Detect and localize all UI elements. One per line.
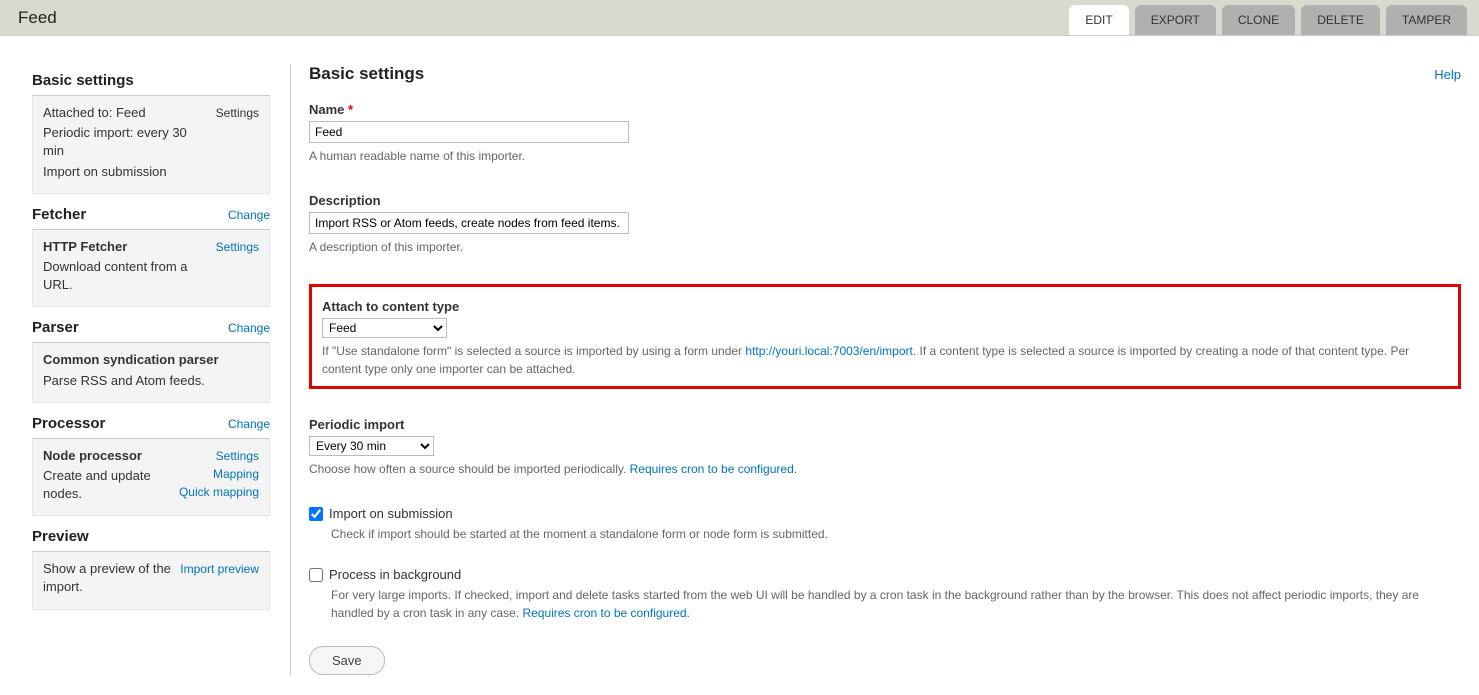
help-link[interactable]: Help	[1434, 67, 1461, 82]
sidebar-preview-title: Preview	[32, 528, 89, 545]
form-item-import-on-submission: Import on submission Check if import sho…	[309, 506, 1461, 543]
sidebar-processor-mapping[interactable]: Mapping	[213, 467, 259, 481]
tab-delete[interactable]: DELETE	[1301, 5, 1380, 35]
standalone-form-link[interactable]: http://youri.local:7003/en/import	[745, 344, 912, 358]
attach-desc: If "Use standalone form" is selected a s…	[322, 342, 1448, 378]
description-desc: A description of this importer.	[309, 238, 1461, 256]
sidebar-fetcher-settings[interactable]: Settings	[216, 240, 259, 254]
sidebar-parser-change[interactable]: Change	[228, 321, 270, 335]
periodic-label: Periodic import	[309, 417, 1461, 432]
import-on-submission-desc: Check if import should be started at the…	[331, 525, 1461, 543]
sidebar-fetcher-desc: Download content from a URL.	[43, 258, 208, 294]
sidebar-processor: Processor Change Node processor Create a…	[32, 407, 270, 517]
import-on-submission-checkbox[interactable]	[309, 507, 323, 521]
sidebar-basic-line-3: Import on submission	[43, 163, 208, 181]
sidebar-basic-line-2: Periodic import: every 30 min	[43, 124, 208, 160]
sidebar-basic-settings: Basic settings Attached to: Feed Periodi…	[32, 64, 270, 194]
import-on-submission-label: Import on submission	[329, 506, 453, 521]
process-bg-label: Process in background	[329, 567, 461, 582]
sidebar-parser-title: Parser	[32, 319, 79, 336]
sidebar-fetcher: Fetcher Change HTTP Fetcher Download con…	[32, 198, 270, 308]
periodic-desc: Choose how often a source should be impo…	[309, 460, 1461, 478]
sidebar-basic-title: Basic settings	[32, 72, 134, 89]
sidebar-fetcher-title: Fetcher	[32, 206, 86, 223]
tab-export[interactable]: EXPORT	[1135, 5, 1216, 35]
main-title: Basic settings	[309, 64, 424, 84]
sidebar-preview-desc: Show a preview of the import.	[43, 560, 172, 596]
topbar: Feed EDIT EXPORT CLONE DELETE TAMPER	[0, 0, 1479, 36]
required-marker: *	[348, 102, 353, 117]
sidebar-processor-desc: Create and update nodes.	[43, 467, 171, 503]
name-label: Name *	[309, 102, 1461, 117]
form-item-process-bg: Process in background For very large imp…	[309, 567, 1461, 622]
sidebar-processor-name: Node processor	[43, 448, 142, 463]
sidebar-basic-line-1: Attached to: Feed	[43, 104, 208, 122]
cron-config-link-1[interactable]: Requires cron to be configured.	[630, 462, 797, 476]
tab-clone[interactable]: CLONE	[1222, 5, 1295, 35]
sidebar-processor-quick-mapping[interactable]: Quick mapping	[179, 485, 259, 499]
attach-content-type-highlight: Attach to content type Feed If "Use stan…	[309, 284, 1461, 389]
page-title: Feed	[18, 8, 57, 28]
name-desc: A human readable name of this importer.	[309, 147, 1461, 165]
sidebar: Basic settings Attached to: Feed Periodi…	[32, 64, 270, 675]
attach-select[interactable]: Feed	[322, 318, 447, 338]
periodic-select[interactable]: Every 30 min	[309, 436, 434, 456]
form-item-name: Name * A human readable name of this imp…	[309, 102, 1461, 165]
attach-label: Attach to content type	[322, 299, 1448, 314]
sidebar-preview-import-preview[interactable]: Import preview	[180, 562, 259, 576]
tab-tamper[interactable]: TAMPER	[1386, 5, 1467, 35]
sidebar-fetcher-name: HTTP Fetcher	[43, 239, 127, 254]
sidebar-parser: Parser Change Common syndication parser …	[32, 311, 270, 402]
sidebar-preview: Preview Show a preview of the import. Im…	[32, 520, 270, 609]
sidebar-processor-settings[interactable]: Settings	[216, 449, 259, 463]
sidebar-fetcher-change[interactable]: Change	[228, 208, 270, 222]
sidebar-parser-desc: Parse RSS and Atom feeds.	[43, 372, 259, 390]
sidebar-parser-name: Common syndication parser	[43, 352, 219, 367]
description-input[interactable]	[309, 212, 629, 234]
form-item-description: Description A description of this import…	[309, 193, 1461, 256]
form-item-periodic: Periodic import Every 30 min Choose how …	[309, 417, 1461, 478]
description-label: Description	[309, 193, 1461, 208]
main-panel: Basic settings Help Name * A human reada…	[290, 64, 1461, 675]
sidebar-processor-title: Processor	[32, 415, 105, 432]
tabs: EDIT EXPORT CLONE DELETE TAMPER	[1069, 0, 1467, 35]
sidebar-processor-change[interactable]: Change	[228, 417, 270, 431]
sidebar-basic-settings-link[interactable]: Settings	[216, 106, 259, 120]
process-bg-desc: For very large imports. If checked, impo…	[331, 586, 1461, 622]
process-bg-checkbox[interactable]	[309, 568, 323, 582]
name-input[interactable]	[309, 121, 629, 143]
cron-config-link-2[interactable]: Requires cron to be configured.	[522, 606, 689, 620]
tab-edit[interactable]: EDIT	[1069, 5, 1128, 35]
